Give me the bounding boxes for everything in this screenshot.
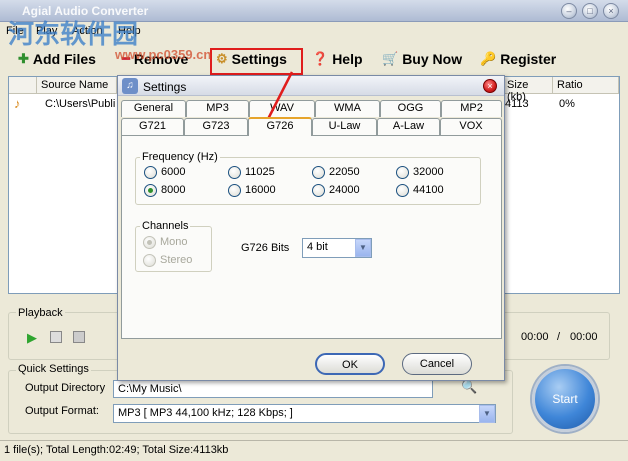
annotation-arrow [258, 71, 294, 133]
tab-g726[interactable]: G726 [248, 117, 312, 136]
annotation-arrow-line [264, 71, 294, 124]
